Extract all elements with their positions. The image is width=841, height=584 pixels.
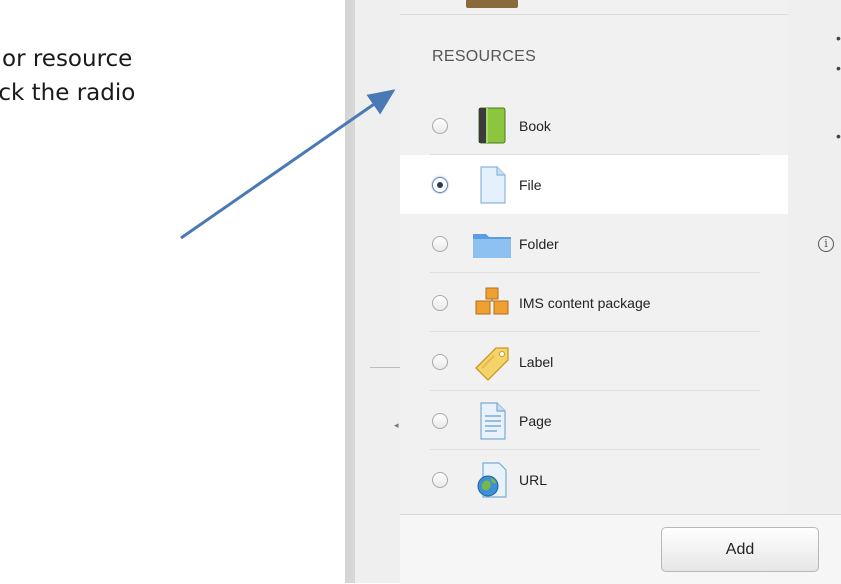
add-button[interactable]: Add	[661, 527, 819, 572]
info-icon[interactable]: i	[818, 236, 834, 252]
radio-ims[interactable]	[432, 294, 448, 311]
label-tag-icon	[475, 346, 509, 381]
resource-label: URL	[519, 471, 548, 488]
instruction-line-1: or resource	[2, 46, 133, 72]
ims-package-icon	[475, 287, 509, 314]
resource-list: RESOURCES Book File Folder IMS content p…	[400, 0, 788, 514]
resource-option-url[interactable]: URL	[400, 450, 788, 509]
modal-footer: Add	[400, 514, 841, 584]
url-globe-icon	[477, 461, 507, 498]
book-icon	[478, 107, 506, 143]
bullet-dot: •	[836, 60, 841, 76]
partial-item-icon	[466, 0, 518, 8]
resource-label: Page	[519, 412, 552, 429]
resource-option-folder[interactable]: Folder	[400, 214, 788, 273]
radio-page[interactable]	[432, 412, 448, 429]
resource-label: Label	[519, 353, 554, 370]
resource-label: File	[519, 176, 542, 193]
resource-option-label[interactable]: Label	[400, 332, 788, 391]
folder-icon	[473, 233, 511, 258]
radio-file[interactable]	[432, 176, 448, 193]
radio-book[interactable]	[432, 117, 448, 134]
resource-option-page[interactable]: Page	[400, 391, 788, 450]
resource-option-book[interactable]: Book	[400, 96, 788, 155]
file-icon	[480, 165, 506, 204]
radio-label[interactable]	[432, 353, 448, 370]
page-icon	[480, 401, 506, 440]
bullet-dot: •	[836, 30, 841, 46]
bullet-dot: •	[836, 128, 841, 144]
divider	[370, 367, 400, 368]
section-title-resources: RESOURCES	[432, 48, 537, 65]
resource-label: Folder	[519, 235, 559, 252]
radio-folder[interactable]	[432, 235, 448, 252]
resource-label: Book	[519, 117, 551, 134]
radio-url[interactable]	[432, 471, 448, 488]
resource-option-file[interactable]: File	[400, 155, 788, 214]
list-item-partial[interactable]	[400, 0, 788, 15]
resource-label: IMS content package	[519, 294, 651, 311]
collapse-arrow-icon[interactable]: ◂	[394, 420, 399, 431]
instruction-line-2: ick the radio	[0, 80, 136, 106]
resource-option-ims[interactable]: IMS content package	[400, 273, 788, 332]
